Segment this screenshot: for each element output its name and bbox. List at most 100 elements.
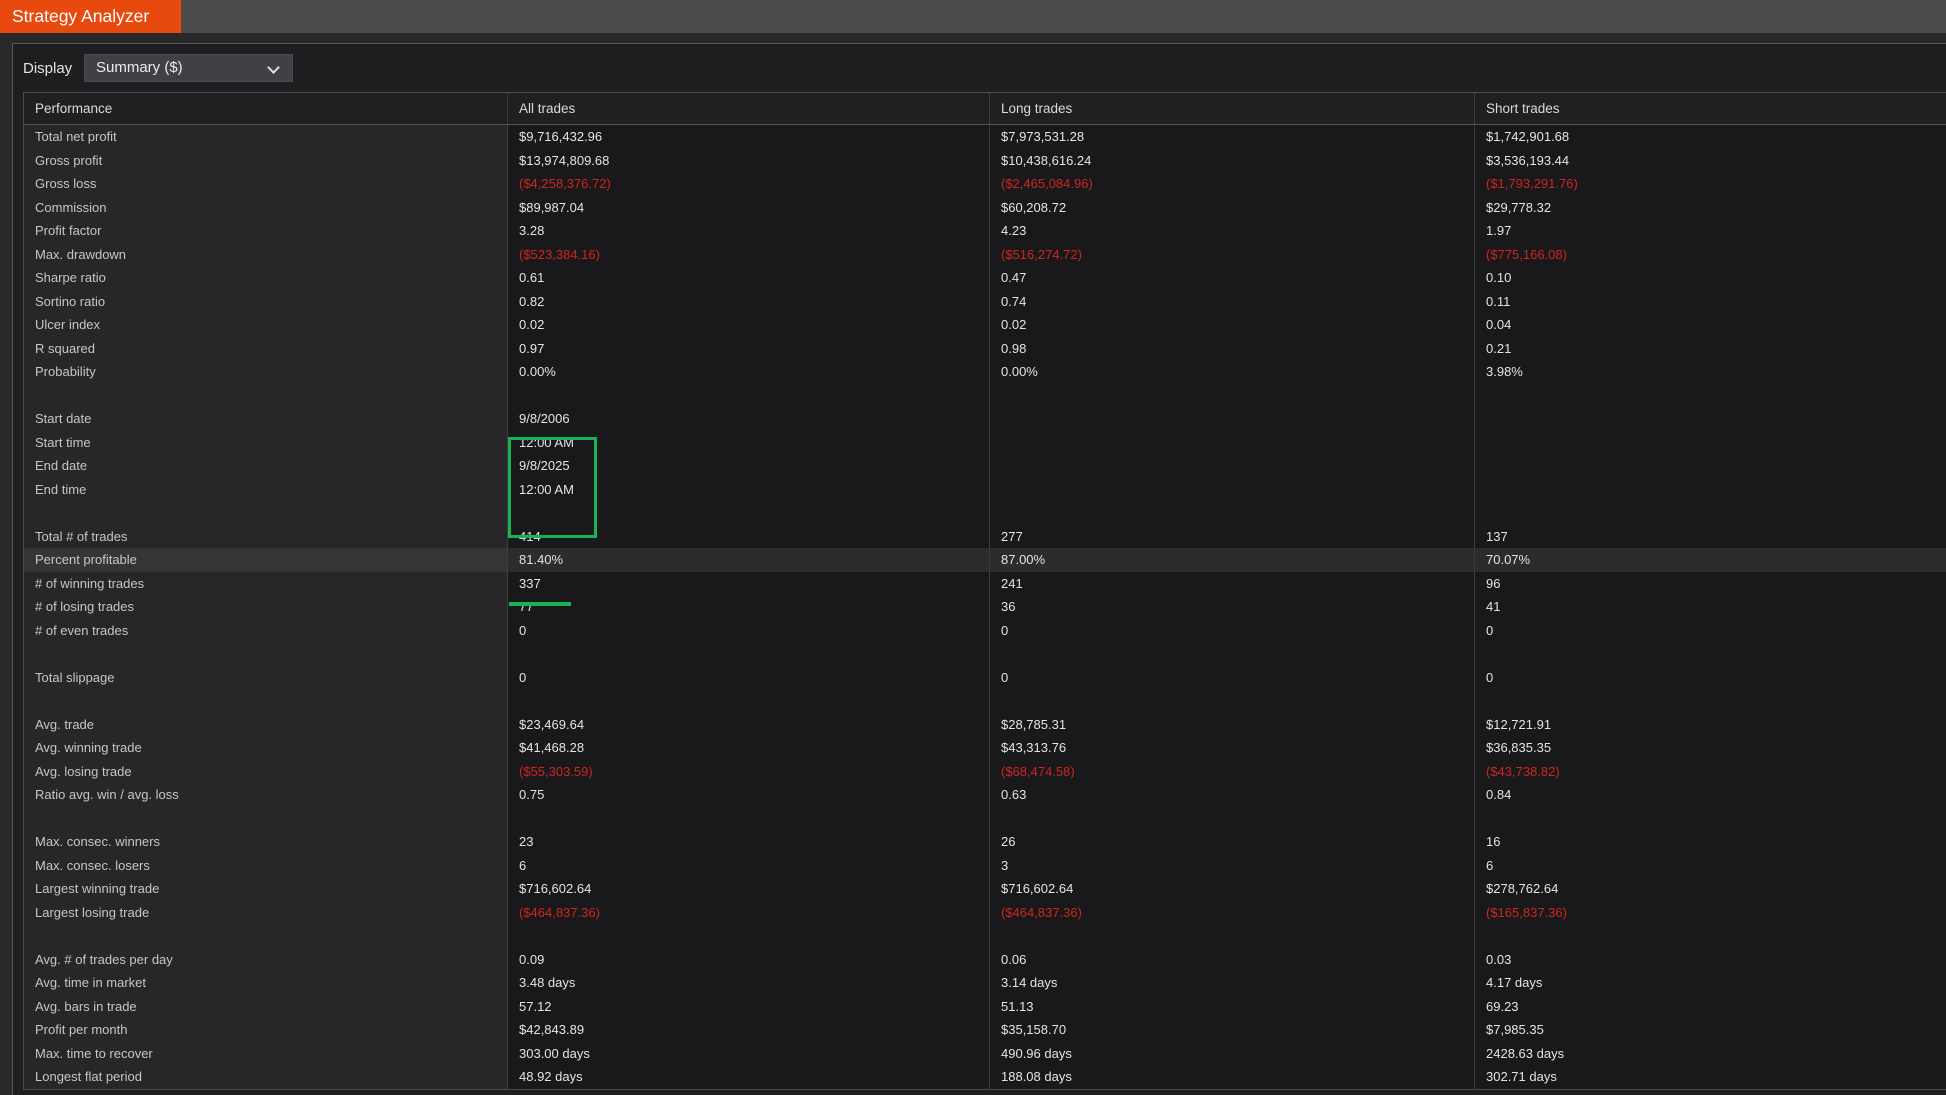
table-row[interactable]: Ratio avg. win / avg. loss0.750.630.84 [24,783,1946,807]
long-trades-cell: 188.08 days [990,1065,1475,1089]
table-row[interactable]: Max. consec. winners232616 [24,830,1946,854]
table-header-row: Performance All trades Long trades Short… [24,93,1946,125]
long-trades-cell: 0.00% [990,360,1475,384]
long-trades-cell [990,431,1475,455]
long-trades-cell [990,501,1475,525]
short-trades-cell: 2428.63 days [1475,1042,1946,1066]
header-short-trades[interactable]: Short trades [1475,93,1946,124]
all-trades-cell [508,689,990,713]
all-trades-cell: 12:00 AM [508,431,990,455]
row-label-cell: Profit factor [24,219,508,243]
short-trades-cell [1475,454,1946,478]
long-trades-cell: 0.06 [990,948,1475,972]
table-row[interactable]: Longest flat period48.92 days188.08 days… [24,1065,1946,1089]
long-trades-cell [990,807,1475,831]
table-row[interactable]: Start time12:00 AM [24,431,1946,455]
short-trades-cell: $278,762.64 [1475,877,1946,901]
table-row[interactable]: Max. time to recover303.00 days490.96 da… [24,1042,1946,1066]
table-row[interactable]: Max. drawdown($523,384.16)($516,274.72)(… [24,243,1946,267]
table-row[interactable]: Gross loss($4,258,376.72)($2,465,084.96)… [24,172,1946,196]
long-trades-cell: 36 [990,595,1475,619]
table-row[interactable] [24,642,1946,666]
table-row[interactable]: Profit per month$42,843.89$35,158.70$7,9… [24,1018,1946,1042]
long-trades-cell [990,924,1475,948]
all-trades-cell [508,924,990,948]
all-trades-cell: 337 [508,572,990,596]
long-trades-cell [990,407,1475,431]
long-trades-cell: 0 [990,666,1475,690]
row-label-cell: Total # of trades [24,525,508,549]
row-label-cell: Total slippage [24,666,508,690]
header-all-trades[interactable]: All trades [508,93,990,124]
table-row[interactable]: Max. consec. losers636 [24,854,1946,878]
table-row[interactable] [24,924,1946,948]
performance-table: Performance All trades Long trades Short… [23,92,1946,1090]
all-trades-cell: 57.12 [508,995,990,1019]
table-row[interactable]: # of winning trades33724196 [24,572,1946,596]
table-row[interactable] [24,501,1946,525]
short-trades-cell: ($775,166.08) [1475,243,1946,267]
long-trades-cell: $43,313.76 [990,736,1475,760]
long-trades-cell [990,384,1475,408]
tab-strategy-analyzer[interactable]: Strategy Analyzer [0,0,181,33]
short-trades-cell [1475,478,1946,502]
table-row[interactable]: Avg. # of trades per day0.090.060.03 [24,948,1946,972]
all-trades-cell: 0.61 [508,266,990,290]
all-trades-cell [508,807,990,831]
table-row[interactable]: Avg. winning trade$41,468.28$43,313.76$3… [24,736,1946,760]
table-row[interactable]: # of losing trades773641 [24,595,1946,619]
table-row[interactable]: Percent profitable81.40%87.00%70.07% [24,548,1946,572]
short-trades-cell: 41 [1475,595,1946,619]
short-trades-cell: 70.07% [1475,548,1946,572]
all-trades-cell: 6 [508,854,990,878]
header-long-trades[interactable]: Long trades [990,93,1475,124]
table-row[interactable] [24,689,1946,713]
row-label-cell: # of losing trades [24,595,508,619]
short-trades-cell: $7,985.35 [1475,1018,1946,1042]
table-row[interactable]: End time12:00 AM [24,478,1946,502]
table-row[interactable]: Total slippage000 [24,666,1946,690]
row-label-cell: Sortino ratio [24,290,508,314]
tab-bar: Strategy Analyzer [0,0,1946,33]
table-row[interactable] [24,807,1946,831]
short-trades-cell: 0.04 [1475,313,1946,337]
long-trades-cell [990,478,1475,502]
table-row[interactable]: Commission$89,987.04$60,208.72$29,778.32 [24,196,1946,220]
table-row[interactable]: Gross profit$13,974,809.68$10,438,616.24… [24,149,1946,173]
table-row[interactable]: R squared0.970.980.21 [24,337,1946,361]
table-row[interactable]: Profit factor3.284.231.97 [24,219,1946,243]
table-row[interactable]: Sortino ratio0.820.740.11 [24,290,1946,314]
long-trades-cell [990,642,1475,666]
table-row[interactable]: Avg. losing trade($55,303.59)($68,474.58… [24,760,1946,784]
row-label-cell: Gross profit [24,149,508,173]
row-label-cell: Max. time to recover [24,1042,508,1066]
table-row[interactable]: Sharpe ratio0.610.470.10 [24,266,1946,290]
row-label-cell: End time [24,478,508,502]
long-trades-cell: 0.98 [990,337,1475,361]
table-row[interactable] [24,384,1946,408]
long-trades-cell [990,689,1475,713]
table-row[interactable]: Start date9/8/2006 [24,407,1946,431]
table-row[interactable]: Total net profit$9,716,432.96$7,973,531.… [24,125,1946,149]
row-label-cell: Ulcer index [24,313,508,337]
header-performance[interactable]: Performance [24,93,508,124]
table-row[interactable]: Largest losing trade($464,837.36)($464,8… [24,901,1946,925]
table-row[interactable]: Largest winning trade$716,602.64$716,602… [24,877,1946,901]
table-row[interactable]: End date9/8/2025 [24,454,1946,478]
long-trades-cell: $28,785.31 [990,713,1475,737]
all-trades-cell: 0.00% [508,360,990,384]
table-row[interactable]: Avg. trade$23,469.64$28,785.31$12,721.91 [24,713,1946,737]
table-row[interactable]: Total # of trades414277137 [24,525,1946,549]
table-row[interactable]: Avg. bars in trade57.1251.1369.23 [24,995,1946,1019]
table-row[interactable]: # of even trades000 [24,619,1946,643]
display-select[interactable]: Summary ($) [84,54,293,82]
table-row[interactable]: Ulcer index0.020.020.04 [24,313,1946,337]
table-row[interactable]: Avg. time in market3.48 days3.14 days4.1… [24,971,1946,995]
short-trades-cell: ($165,837.36) [1475,901,1946,925]
all-trades-cell: ($523,384.16) [508,243,990,267]
short-trades-cell: $12,721.91 [1475,713,1946,737]
table-row[interactable]: Probability0.00%0.00%3.98% [24,360,1946,384]
row-label-cell: Sharpe ratio [24,266,508,290]
row-label-cell [24,501,508,525]
row-label-cell [24,689,508,713]
